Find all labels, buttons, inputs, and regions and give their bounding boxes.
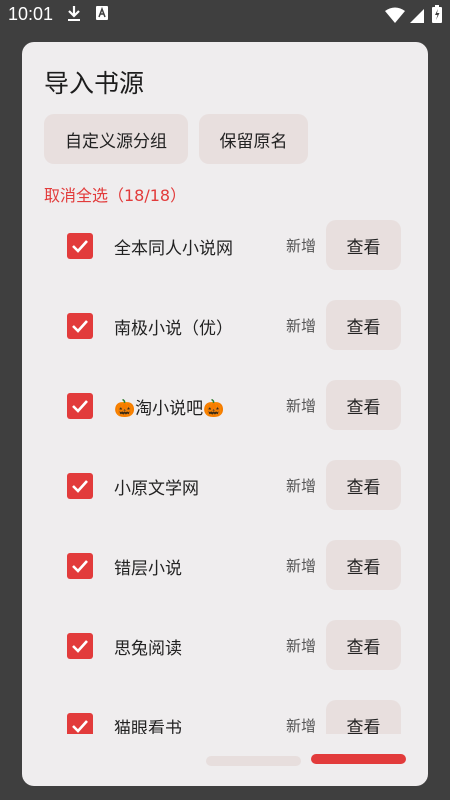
item-tag: 新增	[286, 237, 317, 255]
item-name: 南极小说（优）	[114, 319, 233, 339]
check-icon	[72, 560, 88, 573]
view-button[interactable]: 查看	[326, 620, 401, 670]
check-icon	[72, 240, 88, 253]
check-icon	[72, 320, 88, 333]
item-checkbox[interactable]	[67, 713, 93, 734]
import-source-dialog: 导入书源 自定义源分组 保留原名 取消全选（18/18） 全本同人小说网 新增 …	[22, 42, 428, 786]
battery-icon	[432, 5, 442, 28]
confirm-button[interactable]	[311, 754, 406, 764]
item-name: 全本同人小说网	[114, 239, 233, 259]
source-list: 全本同人小说网 新增 查看 南极小说（优） 新增 查看 🎃淘小说吧🎃 新增 查看…	[22, 212, 428, 734]
view-button[interactable]: 查看	[326, 380, 401, 430]
item-checkbox[interactable]	[67, 473, 93, 499]
list-item: 南极小说（优） 新增 查看	[22, 292, 428, 372]
item-tag: 新增	[286, 477, 317, 495]
list-item: 🎃淘小说吧🎃 新增 查看	[22, 372, 428, 452]
wifi-icon	[385, 7, 405, 28]
view-button[interactable]: 查看	[326, 300, 401, 350]
item-name: 思兔阅读	[114, 639, 182, 659]
status-time: 10:01	[8, 4, 54, 24]
dialog-title: 导入书源	[44, 69, 145, 98]
item-checkbox[interactable]	[67, 393, 93, 419]
view-button[interactable]: 查看	[326, 700, 401, 734]
item-tag: 新增	[286, 637, 317, 655]
check-icon	[72, 480, 88, 493]
list-item: 错层小说 新增 查看	[22, 532, 428, 612]
view-button[interactable]: 查看	[326, 540, 401, 590]
list-item: 小原文学网 新增 查看	[22, 452, 428, 532]
item-tag: 新增	[286, 317, 317, 335]
item-name: 错层小说	[114, 559, 182, 579]
list-item: 思兔阅读 新增 查看	[22, 612, 428, 692]
cancel-button[interactable]	[206, 756, 301, 766]
item-checkbox[interactable]	[67, 633, 93, 659]
check-icon	[72, 640, 88, 653]
deselect-all-link[interactable]: 取消全选（18/18）	[44, 182, 186, 206]
list-item: 猫眼看书 新增 查看	[22, 692, 428, 734]
download-icon	[66, 5, 82, 28]
item-checkbox[interactable]	[67, 313, 93, 339]
item-tag: 新增	[286, 397, 317, 415]
check-icon	[72, 400, 88, 413]
list-item: 全本同人小说网 新增 查看	[22, 212, 428, 292]
item-tag: 新增	[286, 557, 317, 575]
status-bar: 10:01	[0, 0, 450, 30]
item-checkbox[interactable]	[67, 553, 93, 579]
notification-a-icon	[96, 5, 108, 25]
custom-group-button[interactable]: 自定义源分组	[44, 114, 188, 164]
view-button[interactable]: 查看	[326, 220, 401, 270]
signal-icon	[410, 8, 424, 28]
view-button[interactable]: 查看	[326, 460, 401, 510]
item-tag: 新增	[286, 717, 317, 734]
item-name: 小原文学网	[114, 479, 199, 499]
keep-original-name-button[interactable]: 保留原名	[199, 114, 308, 164]
item-name: 猫眼看书	[114, 719, 182, 734]
check-icon	[72, 720, 88, 733]
item-name: 🎃淘小说吧🎃	[114, 399, 225, 419]
item-checkbox[interactable]	[67, 233, 93, 259]
